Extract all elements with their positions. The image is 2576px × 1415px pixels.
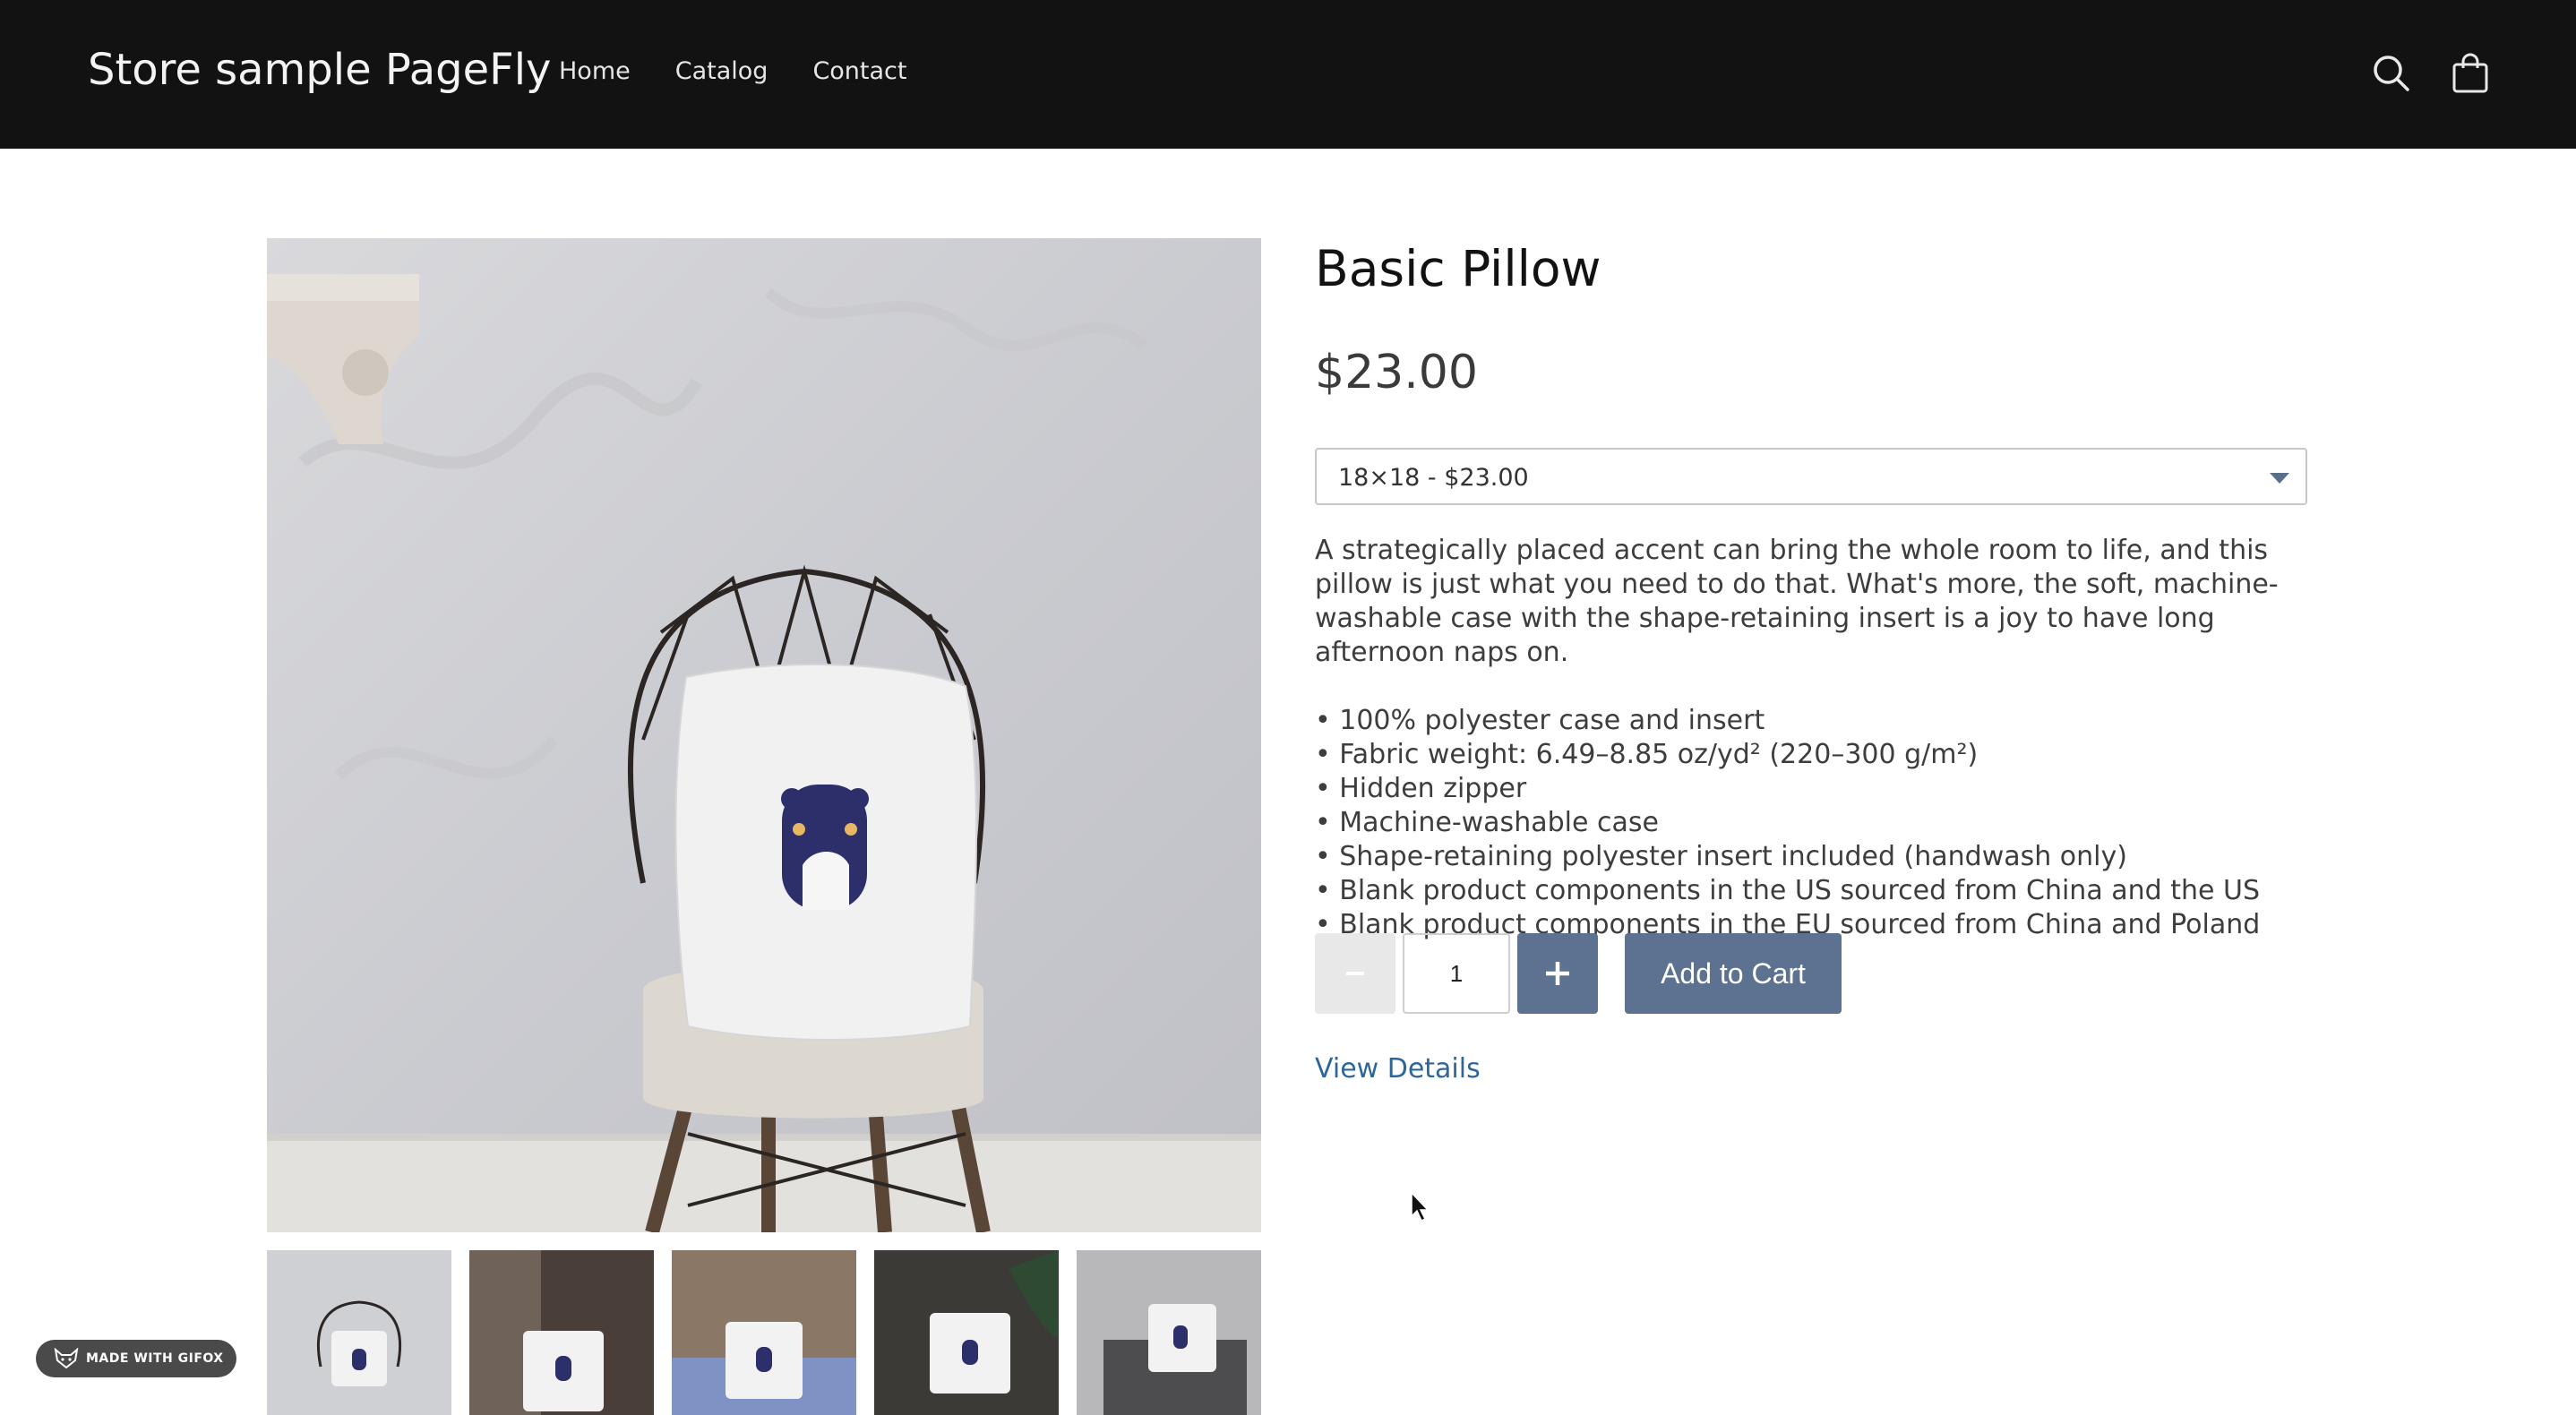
thumbnail-2[interactable] <box>469 1250 654 1415</box>
gifox-badge-label: MADE WITH GIFOX <box>86 1351 224 1366</box>
thumbnail-1[interactable] <box>267 1250 451 1415</box>
view-details-link[interactable]: View Details <box>1315 1053 1481 1085</box>
thumbnail-3[interactable] <box>672 1250 856 1415</box>
quantity-input[interactable]: 1 <box>1403 933 1510 1014</box>
nav-contact[interactable]: Contact <box>812 57 906 85</box>
fox-icon <box>54 1348 79 1369</box>
quantity-increase-button[interactable] <box>1517 933 1598 1014</box>
mouse-cursor-icon <box>1411 1191 1430 1222</box>
product-title: Basic Pillow <box>1315 240 1601 297</box>
description-paragraph: A strategically placed accent can bring … <box>1315 535 2279 668</box>
add-to-cart-button[interactable]: Add to Cart <box>1625 933 1842 1014</box>
main-nav: Home Catalog Contact <box>559 57 906 85</box>
quantity-decrease-button[interactable] <box>1315 933 1395 1014</box>
variant-select[interactable]: 18×18 - $23.00 <box>1315 448 2307 505</box>
product-main-image[interactable] <box>267 238 1261 1232</box>
feature-item: • Fabric weight: 6.49–8.85 oz/yd² (220–3… <box>1315 739 1979 770</box>
variant-selected-value: 18×18 - $23.00 <box>1338 464 1529 492</box>
search-icon[interactable] <box>2368 50 2415 97</box>
nav-catalog[interactable]: Catalog <box>675 57 769 85</box>
feature-item: • Machine-washable case <box>1315 807 1659 838</box>
feature-item: • 100% polyester case and insert <box>1315 705 1765 736</box>
plus-icon <box>1546 962 1569 985</box>
thumbnail-5[interactable] <box>1077 1250 1261 1415</box>
cart-icon[interactable] <box>2447 50 2494 97</box>
gifox-badge[interactable]: MADE WITH GIFOX <box>36 1340 236 1377</box>
pillow-chair-photo <box>267 238 1261 1232</box>
chevron-down-icon <box>2270 473 2289 484</box>
thumbnail-4[interactable] <box>874 1250 1059 1415</box>
product-description: A strategically placed accent can bring … <box>1315 534 2318 942</box>
store-title[interactable]: Store sample PageFly <box>88 45 551 95</box>
feature-item: • Shape-retaining polyester insert inclu… <box>1315 841 2127 872</box>
nav-home[interactable]: Home <box>559 57 631 85</box>
site-header: Store sample PageFly Home Catalog Contac… <box>0 0 2576 149</box>
feature-item: • Blank product components in the US sou… <box>1315 875 2260 906</box>
product-price: $23.00 <box>1315 346 1478 399</box>
feature-list: • 100% polyester case and insert • Fabri… <box>1315 704 2318 942</box>
thumbnail-strip <box>267 1250 1261 1415</box>
feature-item: • Hidden zipper <box>1315 773 1527 804</box>
minus-icon <box>1346 972 1364 975</box>
